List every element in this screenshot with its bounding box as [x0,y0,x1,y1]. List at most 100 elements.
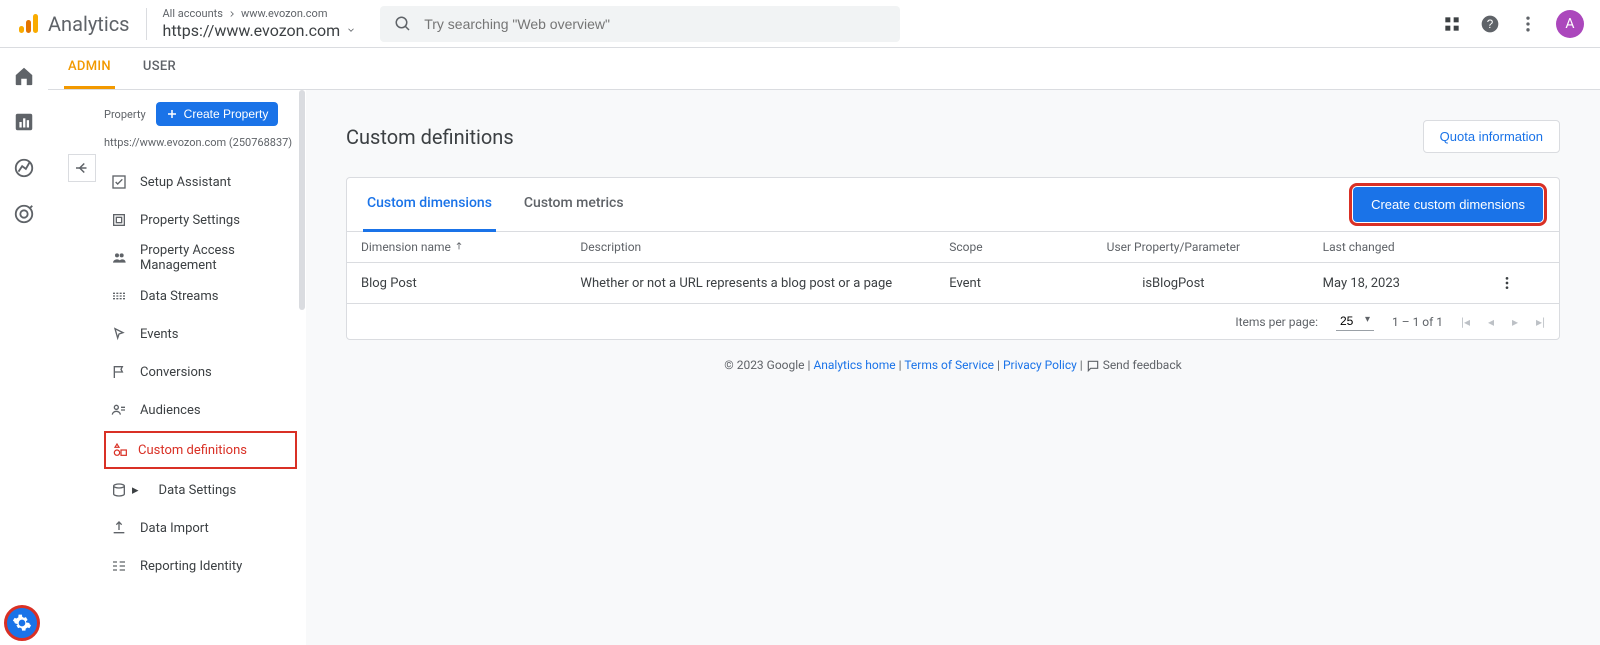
account-avatar[interactable]: A [1556,10,1584,38]
page-next-icon[interactable]: ▸ [1512,315,1518,329]
feedback-icon [1086,359,1100,373]
app-header: Analytics All accounts www.evozon.com ht… [0,0,1600,48]
diamond-grid-icon[interactable] [1442,14,1462,34]
footer-link-tos[interactable]: Terms of Service [904,358,994,372]
footer: © 2023 Google | Analytics home | Terms o… [346,340,1560,373]
account-path: All accounts www.evozon.com [163,7,357,20]
col-param[interactable]: User Property/Parameter [1038,232,1309,263]
sidebar-item-events[interactable]: Events [48,315,305,353]
content-area: ADMIN USER Property Create Property http… [48,48,1600,645]
paginator-label: Items per page: [1235,315,1318,329]
search-bar[interactable] [380,6,900,42]
dimensions-table: Dimension name Description Scope User Pr… [347,232,1559,304]
create-property-label: Create Property [184,107,269,121]
sidebar-item-reporting-identity[interactable]: Reporting Identity [48,547,305,585]
tab-custom-metrics[interactable]: Custom metrics [520,178,628,232]
sidebar-item-conversions[interactable]: Conversions [48,353,305,391]
tab-user[interactable]: USER [139,47,180,89]
more-vert-icon[interactable] [1499,275,1515,291]
search-input[interactable] [424,16,886,32]
sidebar-item-label: Setup Assistant [140,175,231,190]
flag-icon [110,363,128,381]
table-row[interactable]: Blog Post Whether or not a URL represent… [347,263,1559,304]
create-property-button[interactable]: Create Property [156,102,279,126]
stream-icon [110,287,128,305]
sidebar-item-data-settings[interactable]: ▸ Data Settings [48,471,305,509]
admin-sidebar: Property Create Property https://www.evo… [48,90,306,645]
sidebar-item-label: Data Import [140,521,209,536]
svg-text:?: ? [1487,18,1494,31]
chevron-down-icon [346,25,356,35]
shapes-icon [112,441,130,459]
paginator: Items per page: 25 1 – 1 of 1 |◂ ◂ ▸ ▸| [347,304,1559,339]
cell-param: isBlogPost [1038,263,1309,304]
page-size-select[interactable]: 25 [1336,312,1374,331]
sidebar-item-setup-assistant[interactable]: Setup Assistant [48,163,305,201]
sidebar-item-label: Conversions [140,365,212,380]
footer-link-home[interactable]: Analytics home [813,358,895,372]
left-rail [0,48,48,645]
gear-icon [12,613,32,633]
sidebar-section-label: Property [104,108,146,121]
admin-settings-button[interactable] [4,605,40,641]
header-actions: ? A [1442,10,1584,38]
sidebar-item-property-access[interactable]: Property Access Management [48,239,305,277]
page-title: Custom definitions [346,125,514,149]
advertising-icon[interactable] [12,202,36,226]
footer-feedback[interactable]: Send feedback [1103,358,1182,372]
quota-info-button[interactable]: Quota information [1423,120,1560,153]
tab-custom-dimensions[interactable]: Custom dimensions [363,178,496,232]
create-dimension-button[interactable]: Create custom dimensions [1353,187,1543,222]
help-icon[interactable]: ? [1480,14,1500,34]
database-icon [110,481,128,499]
page-prev-icon[interactable]: ◂ [1488,315,1494,329]
definitions-card: Custom dimensions Custom metrics Create … [346,177,1560,340]
more-vert-icon[interactable] [1518,14,1538,34]
logo-block: Analytics [16,12,130,36]
page-first-icon[interactable]: |◂ [1461,315,1470,329]
col-name[interactable]: Dimension name [347,232,566,263]
col-scope[interactable]: Scope [935,232,1038,263]
sidebar-item-data-streams[interactable]: Data Streams [48,277,305,315]
col-changed[interactable]: Last changed [1309,232,1486,263]
copyright: © 2023 Google [724,358,804,372]
analytics-logo-icon [16,12,40,36]
chevron-right-icon: ▸ [132,483,139,498]
sidebar-item-label: Custom definitions [138,443,247,458]
sidebar-item-label: Property Access Management [140,243,295,273]
sidebar-item-custom-definitions[interactable]: Custom definitions [104,431,297,469]
sidebar-item-label: Data Settings [159,483,237,498]
account-path-prefix: All accounts [163,7,223,20]
search-icon [394,15,412,33]
sidebar-item-property-settings[interactable]: Property Settings [48,201,305,239]
sidebar-item-label: Events [140,327,178,342]
sidebar-item-label: Audiences [140,403,201,418]
property-line: https://www.evozon.com [163,21,357,40]
cursor-icon [110,325,128,343]
cell-scope: Event [935,263,1038,304]
people-icon [110,249,128,267]
tab-admin[interactable]: ADMIN [64,47,115,89]
account-selector[interactable]: All accounts www.evozon.com https://www.… [163,7,357,39]
page-last-icon[interactable]: ▸| [1536,315,1545,329]
property-name: https://www.evozon.com [163,21,341,40]
cell-changed: May 18, 2023 [1309,263,1486,304]
sidebar-item-label: Reporting Identity [140,559,242,574]
audience-icon [110,401,128,419]
explore-icon[interactable] [12,156,36,180]
sidebar-nav: Setup Assistant Property Settings Proper… [48,163,305,585]
paginator-range: 1 – 1 of 1 [1392,315,1443,329]
sidebar-item-data-import[interactable]: Data Import [48,509,305,547]
card-tabs: Custom dimensions Custom metrics Create … [347,178,1559,232]
sidebar-item-label: Property Settings [140,213,240,228]
chevron-right-icon [227,9,237,19]
col-desc[interactable]: Description [566,232,935,263]
footer-link-privacy[interactable]: Privacy Policy [1003,358,1077,372]
main-panel: Custom definitions Quota information Cus… [306,90,1600,645]
sidebar-item-audiences[interactable]: Audiences [48,391,305,429]
sidebar-item-label: Data Streams [140,289,218,304]
home-icon[interactable] [12,64,36,88]
upload-icon [110,519,128,537]
plus-icon [166,108,178,120]
reports-icon[interactable] [12,110,36,134]
